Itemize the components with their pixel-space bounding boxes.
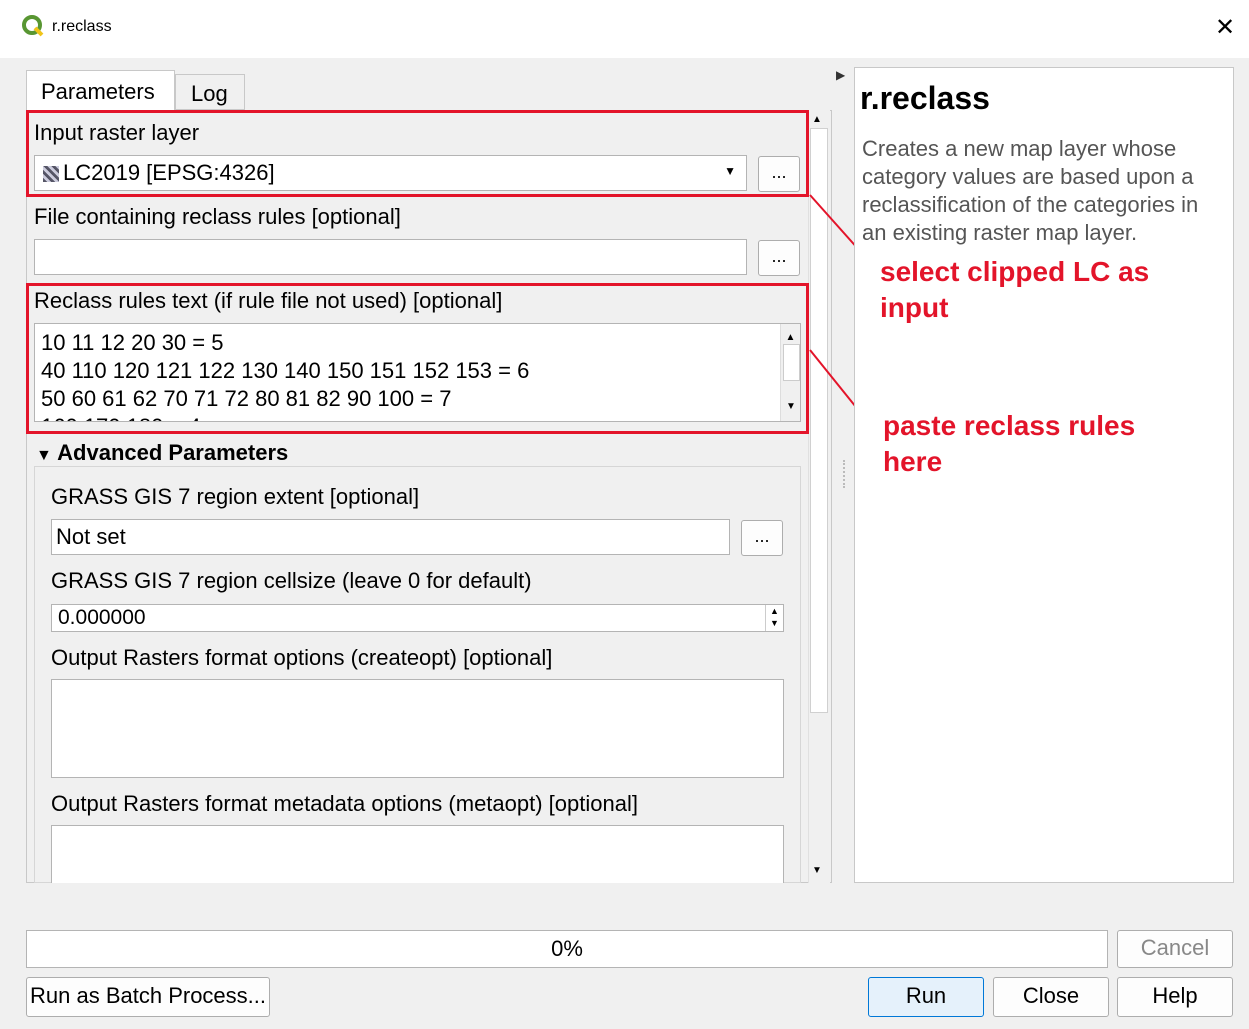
run-batch-button[interactable]: Run as Batch Process... bbox=[26, 977, 270, 1017]
metaopt-textarea[interactable] bbox=[51, 825, 784, 883]
close-button[interactable]: Close bbox=[993, 977, 1109, 1017]
help-title: r.reclass bbox=[860, 80, 990, 116]
rules-text-highlight-box bbox=[26, 283, 809, 434]
createopt-label: Output Rasters format options (createopt… bbox=[51, 645, 553, 670]
annotation-paste-rules: paste reclass rules here bbox=[883, 410, 1136, 477]
tab-log[interactable]: Log bbox=[175, 74, 245, 110]
createopt-textarea[interactable] bbox=[51, 679, 784, 778]
window-title: r.reclass bbox=[52, 18, 112, 35]
region-extent-input[interactable]: Not set bbox=[51, 519, 730, 555]
help-button[interactable]: Help bbox=[1117, 977, 1233, 1017]
splitter-handle[interactable] bbox=[843, 460, 845, 488]
progress-bar: 0% bbox=[26, 930, 1108, 968]
region-cellsize-spinbox[interactable]: 0.000000 ▲ ▼ bbox=[51, 604, 784, 632]
qgis-logo-icon bbox=[22, 15, 44, 37]
annotation-select-input: select clipped LC as input bbox=[880, 256, 1150, 323]
tab-parameters[interactable]: Parameters bbox=[26, 70, 175, 112]
cancel-button[interactable]: Cancel bbox=[1117, 930, 1233, 968]
input-raster-highlight-box bbox=[26, 110, 809, 197]
rules-file-label: File containing reclass rules [optional] bbox=[34, 204, 401, 229]
spinbox-arrows-icon[interactable]: ▲ ▼ bbox=[765, 605, 783, 631]
collapse-triangle-icon: ▼ bbox=[36, 447, 52, 464]
run-button[interactable]: Run bbox=[868, 977, 984, 1017]
advanced-parameters-header[interactable]: ▼ Advanced Parameters bbox=[36, 440, 288, 466]
progress-text: 0% bbox=[551, 936, 583, 961]
help-description: Creates a new map layer whose category v… bbox=[862, 136, 1199, 245]
region-extent-browse-button[interactable]: ... bbox=[741, 520, 783, 556]
title-bar bbox=[0, 0, 1249, 58]
close-window-icon[interactable]: ✕ bbox=[1210, 13, 1240, 43]
rules-file-input[interactable] bbox=[34, 239, 747, 275]
region-cellsize-label: GRASS GIS 7 region cellsize (leave 0 for… bbox=[51, 568, 532, 593]
metaopt-label: Output Rasters format metadata options (… bbox=[51, 791, 638, 816]
scroll-down-icon[interactable]: ▼ bbox=[812, 865, 822, 876]
scroll-up-icon[interactable]: ▲ bbox=[812, 114, 822, 125]
rules-file-browse-button[interactable]: ... bbox=[758, 240, 800, 276]
collapse-help-icon[interactable]: ▶ bbox=[836, 68, 845, 82]
region-extent-label: GRASS GIS 7 region extent [optional] bbox=[51, 484, 420, 509]
